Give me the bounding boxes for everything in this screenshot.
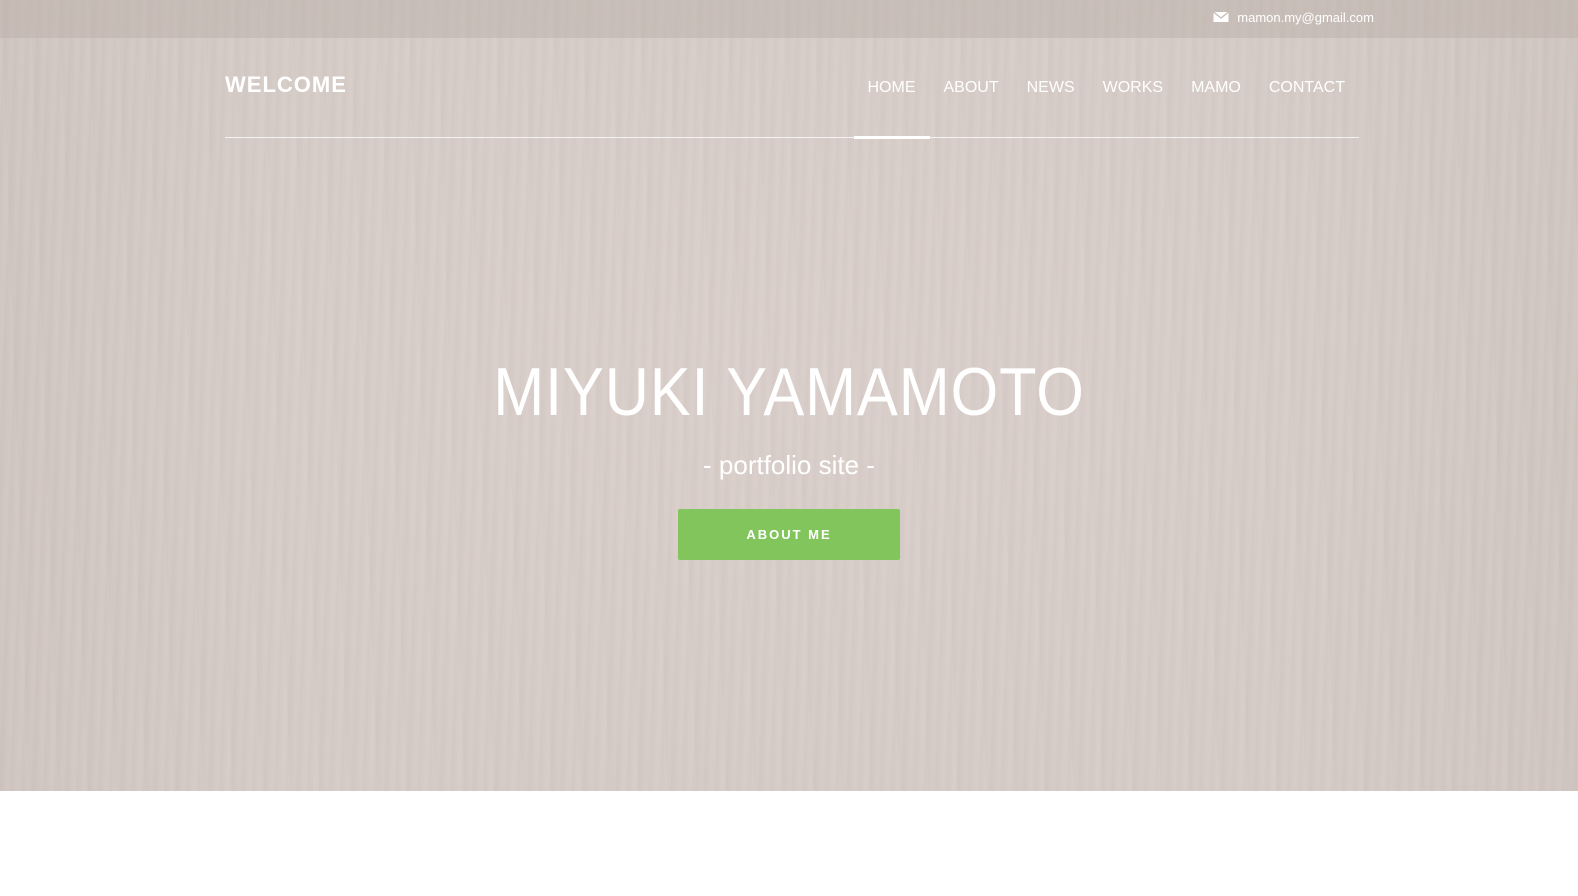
mail-icon [1213,9,1230,25]
contact-email-link[interactable]: mamon.my@gmail.com [1213,9,1374,25]
contact-email-text: mamon.my@gmail.com [1237,9,1374,25]
top-contact-bar: mamon.my@gmail.com [0,0,1578,38]
nav-item-about[interactable]: ABOUT [930,38,1013,138]
hero-subtitle: - portfolio site - [703,449,875,480]
nav-item-contact[interactable]: CONTACT [1255,38,1359,138]
main-navbar: WELCOME HOME ABOUT NEWS WORKS MAMO CONTA… [225,38,1360,139]
nav-item-news[interactable]: NEWS [1013,38,1089,138]
hero-section: mamon.my@gmail.com WELCOME HOME ABOUT NE… [0,0,1578,791]
site-brand[interactable]: WELCOME [225,72,347,98]
hero-title: MIYUKI YAMAMOTO [493,354,1085,430]
nav-item-mamo[interactable]: MAMO [1177,38,1255,138]
nav-item-works[interactable]: WORKS [1089,38,1177,138]
hero-content: MIYUKI YAMAMOTO - portfolio site - ABOUT… [0,355,1578,560]
nav-menu: HOME ABOUT NEWS WORKS MAMO CONTACT [853,38,1360,139]
nav-item-home[interactable]: HOME [853,38,930,139]
about-me-button[interactable]: ABOUT ME [678,508,900,560]
